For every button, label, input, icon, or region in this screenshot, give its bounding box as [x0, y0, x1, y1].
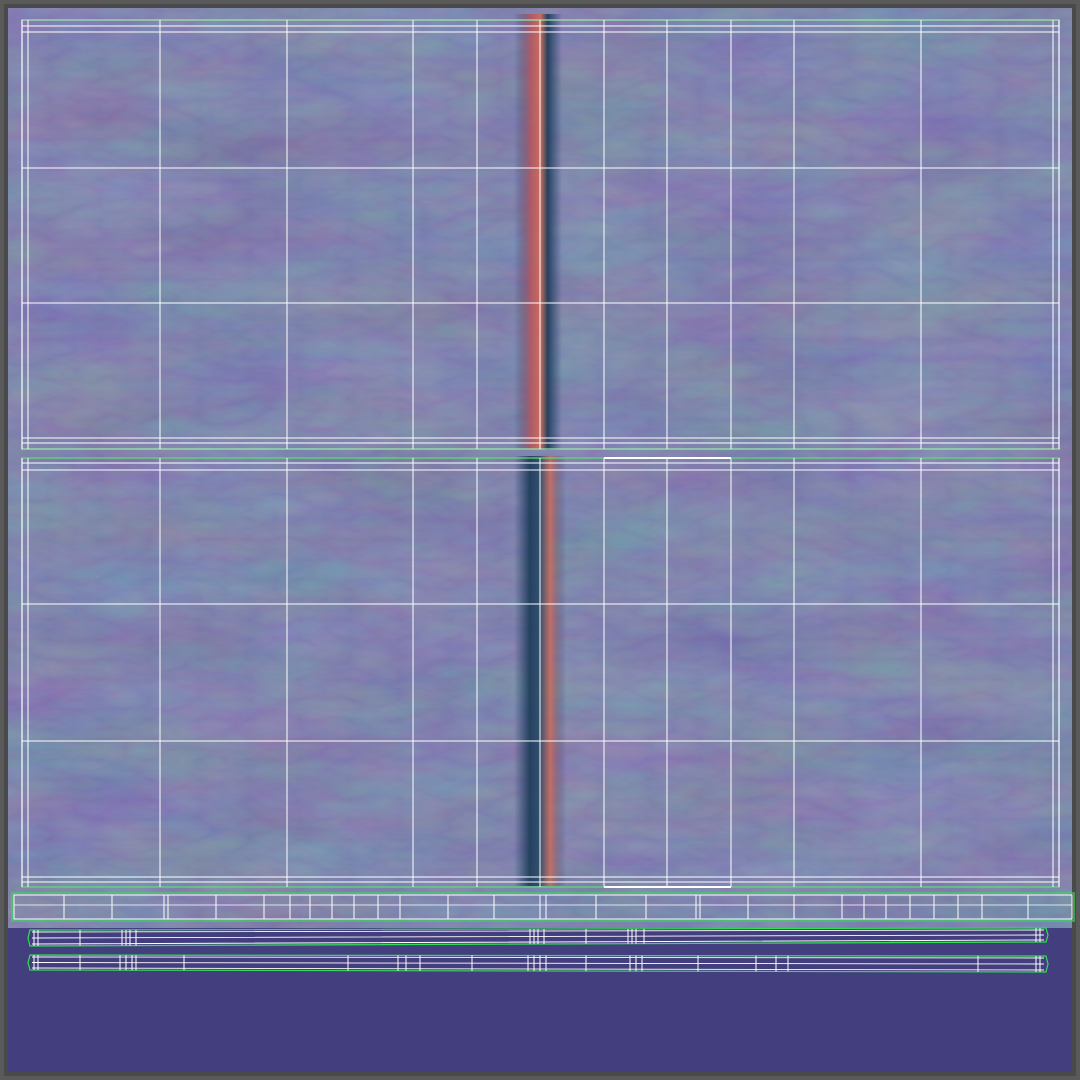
uv-canvas[interactable] [0, 0, 1080, 1080]
uv-editor-viewport[interactable] [0, 0, 1080, 1080]
